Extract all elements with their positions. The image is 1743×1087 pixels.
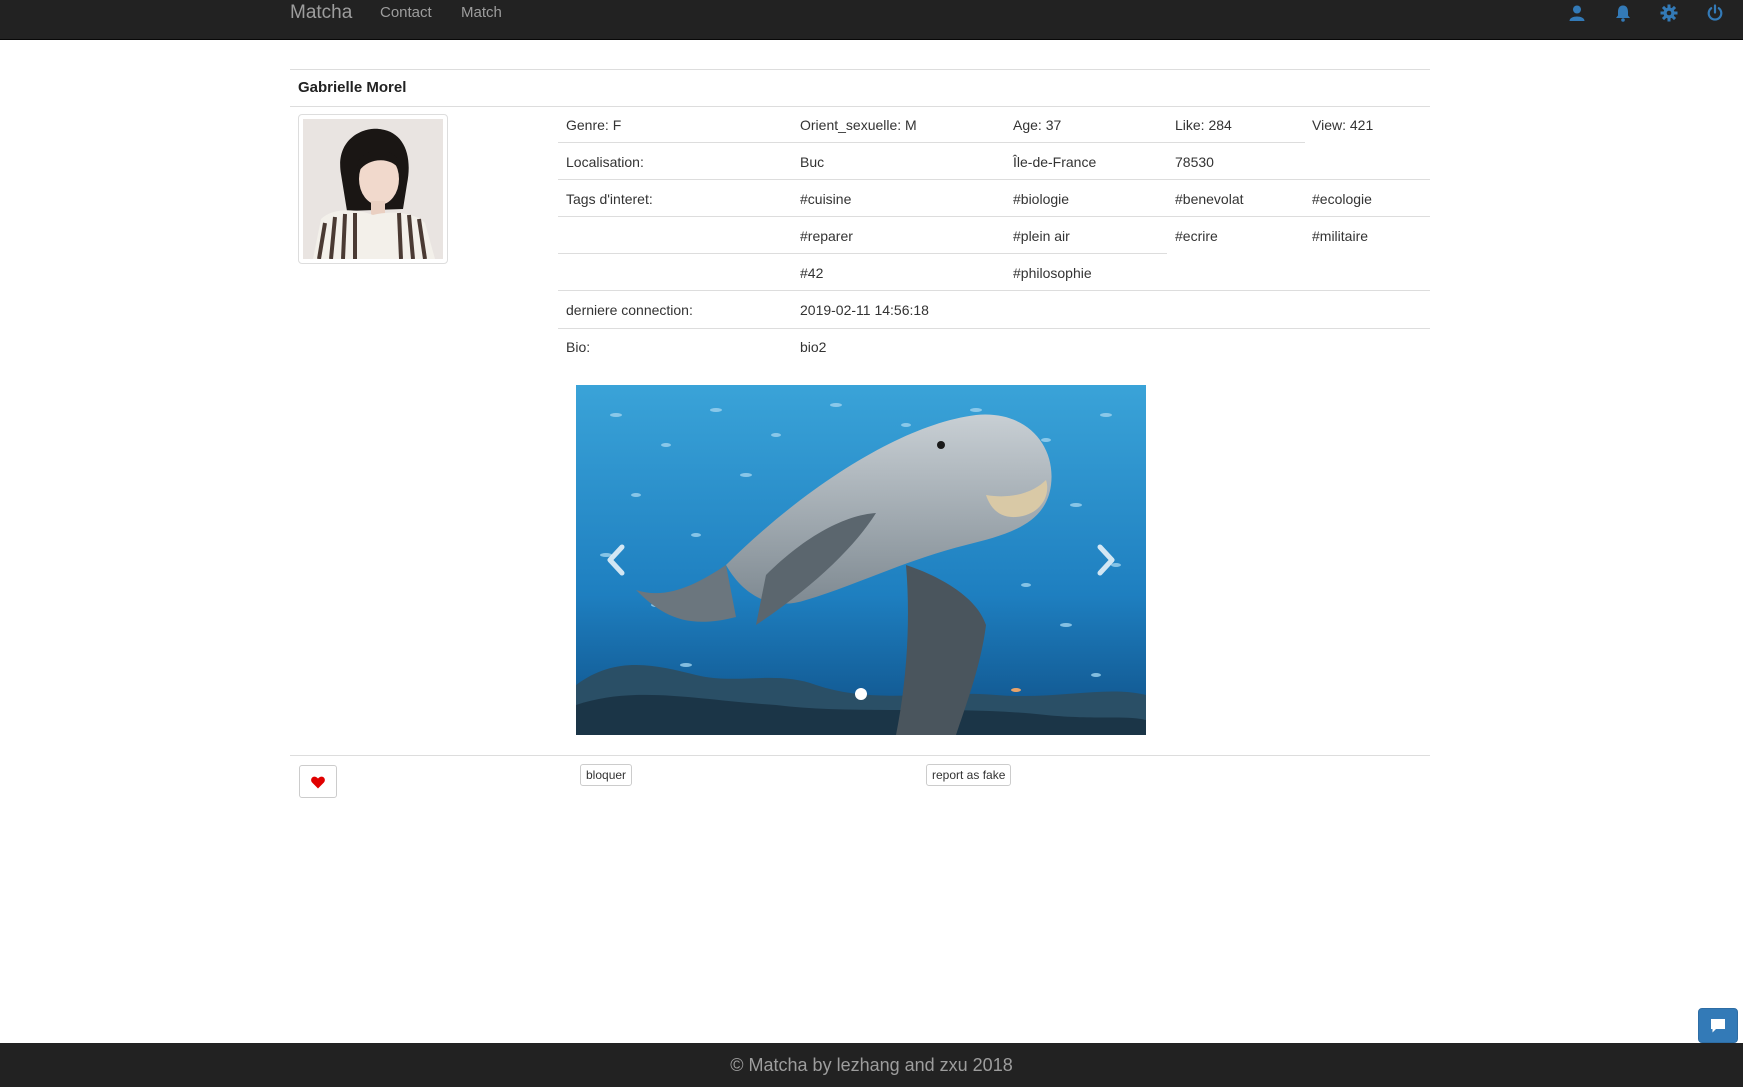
table-divider <box>558 216 1430 217</box>
user-icon[interactable] <box>1568 4 1586 22</box>
chat-icon <box>1711 1019 1725 1033</box>
header-divider-bottom <box>290 106 1430 107</box>
tag-item: #cuisine <box>800 191 852 207</box>
orientation-cell: Orient_sexuelle: M <box>800 117 917 133</box>
tag-item: #biologie <box>1013 191 1070 207</box>
chevron-left-icon <box>607 544 625 576</box>
report-fake-button[interactable]: report as fake <box>926 764 1012 786</box>
brand-link[interactable]: Matcha <box>290 3 352 23</box>
last-connection-value: 2019-02-11 14:56:18 <box>800 302 929 318</box>
table-divider <box>558 328 1430 329</box>
bio-label: Bio: <box>566 339 591 355</box>
carousel-next[interactable] <box>1086 535 1126 585</box>
navbar: Matcha Contact Match <box>0 0 1743 40</box>
footer-text: © Matcha by lezhang and zxu 2018 <box>730 1055 1013 1075</box>
tag-item: #plein air <box>1013 228 1070 244</box>
like-count: Like: 284 <box>1175 117 1232 133</box>
city-cell: Buc <box>800 154 825 170</box>
chat-button[interactable] <box>1698 1008 1738 1043</box>
footer: © Matcha by lezhang and zxu 2018 <box>0 1043 1743 1087</box>
region-cell: Île-de-France <box>1013 154 1097 170</box>
avatar <box>298 114 448 264</box>
profile-name: Gabrielle Morel <box>298 79 407 96</box>
like-button[interactable] <box>299 765 337 798</box>
bell-icon[interactable] <box>1614 4 1632 22</box>
nav-match[interactable]: Match <box>461 4 502 22</box>
last-connection-label: derniere connection: <box>566 302 693 318</box>
chevron-right-icon <box>1097 544 1115 576</box>
tag-item: #42 <box>800 265 824 281</box>
actions-divider <box>290 755 1430 756</box>
photo-carousel <box>576 385 1146 735</box>
carousel-indicator[interactable] <box>855 688 867 700</box>
postcode-cell: 78530 <box>1175 154 1214 170</box>
tag-item: #ecrire <box>1175 228 1218 244</box>
carousel-photo <box>576 385 1146 735</box>
tag-item: #militaire <box>1312 228 1369 244</box>
location-label: Localisation: <box>566 154 644 170</box>
block-button[interactable]: bloquer <box>580 764 633 786</box>
tag-item: #ecologie <box>1312 191 1372 207</box>
tag-item: #philosophie <box>1013 265 1092 281</box>
header-divider-top <box>290 69 1430 70</box>
table-divider <box>558 253 1167 254</box>
nav-contact[interactable]: Contact <box>380 4 432 22</box>
tag-item: #benevolat <box>1175 191 1244 207</box>
table-divider <box>558 179 1430 180</box>
age-cell: Age: 37 <box>1013 117 1062 133</box>
view-count: View: 421 <box>1312 117 1374 133</box>
avatar-photo <box>303 119 443 259</box>
tags-label: Tags d'interet: <box>566 191 653 207</box>
table-divider <box>558 290 1430 291</box>
bio-value: bio2 <box>800 339 827 355</box>
heart-icon <box>311 776 325 789</box>
tag-item: #reparer <box>800 228 853 244</box>
carousel-prev[interactable] <box>596 535 636 585</box>
table-divider <box>558 142 1305 143</box>
gear-icon[interactable] <box>1660 4 1678 22</box>
genre-cell: Genre: F <box>566 117 622 133</box>
power-icon[interactable] <box>1706 4 1724 22</box>
